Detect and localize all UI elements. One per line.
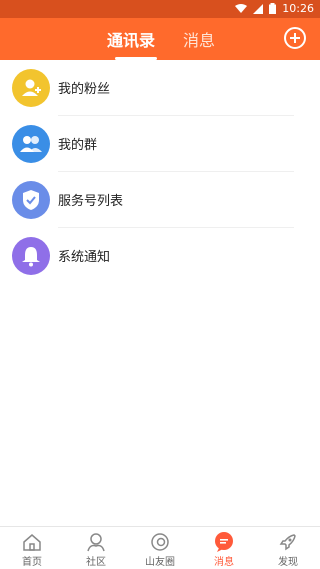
wifi-icon <box>235 3 248 13</box>
camera-ring-icon <box>151 533 169 551</box>
bottom-navigation: 首页 社区 山友圈 消息 发现 <box>0 526 320 569</box>
list-item-my-fans[interactable]: 我的粉丝 <box>0 60 320 116</box>
group-icon <box>12 125 50 163</box>
nav-label: 社区 <box>86 557 106 568</box>
nav-home[interactable]: 首页 <box>0 527 64 569</box>
nav-friends-circle[interactable]: 山友圈 <box>128 527 192 569</box>
nav-label: 首页 <box>22 557 42 568</box>
add-button[interactable] <box>284 27 306 49</box>
community-icon <box>87 533 105 552</box>
battery-icon <box>269 3 277 14</box>
person-add-icon <box>12 69 50 107</box>
status-time: 10:26 <box>282 2 314 15</box>
tab-contacts[interactable]: 通讯录 <box>107 27 155 51</box>
rocket-icon <box>279 534 296 551</box>
nav-community[interactable]: 社区 <box>64 527 128 569</box>
contacts-list: 我的粉丝 我的群 服务号列表 系统通知 <box>0 60 320 527</box>
list-item-label: 我的粉丝 <box>58 82 111 97</box>
nav-messages[interactable]: 消息 <box>192 527 256 569</box>
home-icon <box>23 534 41 551</box>
status-bar: 10:26 <box>0 0 320 18</box>
nav-label: 消息 <box>214 557 234 568</box>
chat-bubble-icon <box>215 532 233 552</box>
nav-label: 山友圈 <box>145 557 175 568</box>
bell-icon <box>12 237 50 275</box>
list-item-label: 我的群 <box>58 138 98 153</box>
list-item-service-accounts[interactable]: 服务号列表 <box>0 172 320 228</box>
list-item-my-groups[interactable]: 我的群 <box>0 116 320 172</box>
nav-label: 发现 <box>278 557 298 568</box>
tab-messages[interactable]: 消息 <box>183 27 215 51</box>
list-item-label: 系统通知 <box>58 250 111 265</box>
list-item-label: 服务号列表 <box>58 194 124 209</box>
shield-check-icon <box>12 181 50 219</box>
signal-icon <box>253 3 264 14</box>
list-item-system-notifications[interactable]: 系统通知 <box>0 228 320 284</box>
header-bar: 通讯录 消息 <box>0 18 320 60</box>
nav-discover[interactable]: 发现 <box>256 527 320 569</box>
